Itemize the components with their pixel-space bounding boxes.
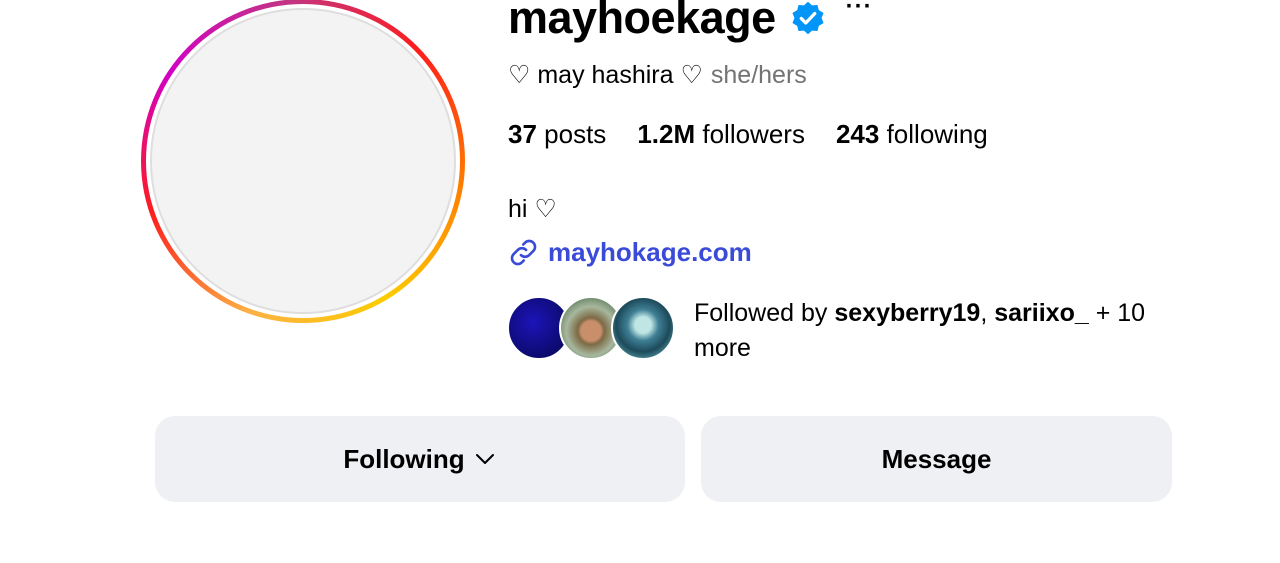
following-button-label: Following (343, 443, 465, 474)
profile-page: mayhoekage ··· ♡ may hashira ♡ she/hers 3… (0, 0, 1280, 563)
more-options-icon[interactable]: ··· (846, 0, 873, 19)
profile-stats: 37 posts 1.2M followers 243 following (508, 117, 1019, 151)
message-button-label: Message (881, 443, 992, 474)
mutual-follower-avatar (611, 296, 675, 360)
posts-count: 37 (508, 119, 537, 149)
profile-fullname: ♡ may hashira ♡ (508, 61, 703, 89)
mutual-followers[interactable]: Followed by sexyberry19, sariixo_ + 10 m… (507, 296, 1174, 366)
profile-pronouns: she/hers (710, 61, 807, 89)
followers-stat[interactable]: 1.2M followers (637, 117, 805, 151)
following-button[interactable]: Following (155, 416, 685, 502)
profile-link[interactable]: mayhokage.com (508, 234, 752, 270)
chevron-down-icon (473, 447, 497, 471)
mutual-follower-name: sexyberry19 (834, 299, 981, 327)
following-count: 243 (835, 119, 880, 149)
followed-by-separator: , (980, 299, 988, 327)
profile-avatar-story-ring[interactable] (141, 0, 465, 323)
username-row: mayhoekage ··· (508, 0, 873, 48)
verified-badge-icon (790, 0, 826, 36)
link-icon (508, 237, 539, 268)
followed-by-text[interactable]: Followed by sexyberry19, sariixo_ + 10 m… (694, 296, 1174, 366)
profile-link-text[interactable]: mayhokage.com (548, 234, 752, 270)
mutual-follower-avatars (507, 296, 679, 360)
profile-bio: hi ♡ (508, 195, 557, 223)
posts-stat[interactable]: 37 posts (508, 117, 606, 151)
followers-label: followers (702, 119, 805, 149)
posts-label: posts (544, 119, 607, 149)
profile-name-row: ♡ may hashira ♡ she/hers (508, 58, 807, 92)
mutual-follower-name: sariixo_ (994, 299, 1089, 327)
following-label: following (886, 119, 988, 149)
profile-username: mayhoekage (508, 0, 776, 43)
followers-count: 1.2M (637, 119, 696, 149)
followed-by-prefix: Followed by (694, 299, 828, 327)
message-button[interactable]: Message (701, 416, 1172, 502)
following-stat[interactable]: 243 following (836, 117, 988, 151)
profile-avatar[interactable] (150, 8, 456, 314)
